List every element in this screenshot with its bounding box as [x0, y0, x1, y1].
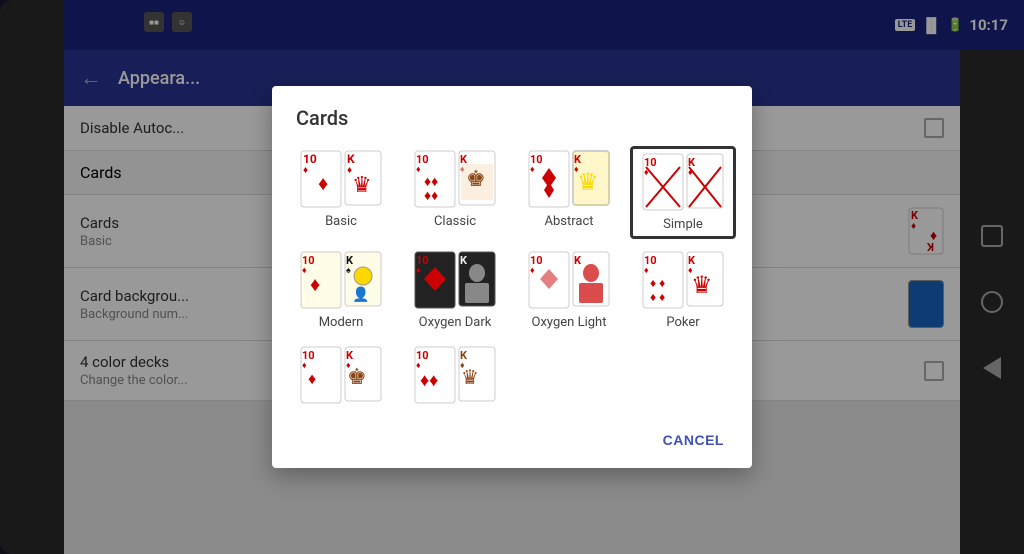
r3c2-card2: K ♦ ♛	[458, 346, 496, 402]
svg-text:♛: ♛	[577, 168, 599, 196]
poker-label: Poker	[666, 315, 699, 330]
card-option-poker[interactable]: 10 ♦ ♦ ♦ ♦ ♦ K ♦ ♛ Poker	[630, 247, 736, 334]
svg-text:K: K	[347, 152, 355, 166]
oxdark-ten: 10 ♦	[414, 251, 456, 309]
simple-ten: 10 ♦	[642, 153, 684, 211]
svg-text:♚: ♚	[466, 167, 486, 192]
card-option-basic[interactable]: 10 ♦ ♦ K ♦ ♛ Basic	[288, 146, 394, 239]
svg-text:♛: ♛	[691, 271, 713, 299]
classic-king: K ♦ ♚	[458, 150, 496, 206]
modern-ten: 10 ♦ ♦	[300, 251, 342, 309]
abstract-card-images: 10 ♦ K ♦ ♛	[528, 150, 610, 208]
card-option-abstract[interactable]: 10 ♦ K ♦ ♛ Abstract	[516, 146, 622, 239]
cards-dialog: Cards 10 ♦ ♦ K ♦	[272, 86, 752, 468]
svg-text:♦: ♦	[318, 171, 328, 195]
oxygen-dark-card-images: 10 ♦ K	[414, 251, 496, 309]
dialog-actions: CANCEL	[272, 416, 752, 460]
poker-king: K ♦ ♛	[686, 251, 724, 307]
oxygen-dark-label: Oxygen Dark	[419, 315, 492, 330]
basic-card-images: 10 ♦ ♦ K ♦ ♛	[300, 150, 382, 208]
svg-text:♦♦: ♦♦	[420, 370, 438, 391]
svg-text:♦ ♦: ♦ ♦	[650, 276, 665, 290]
basic-king-diamonds: K ♦ ♛	[344, 150, 382, 206]
abstract-ten: 10 ♦	[528, 150, 570, 208]
r3c2-card1: 10 ♦ ♦♦	[414, 346, 456, 404]
svg-text:♦: ♦	[416, 165, 421, 175]
card-option-modern[interactable]: 10 ♦ ♦ K ♠ 👤 Modern	[288, 247, 394, 334]
svg-text:♚: ♚	[347, 365, 367, 390]
r3c1-card1: 10 ♦ ♦	[300, 346, 342, 404]
dialog-title: Cards	[272, 106, 752, 146]
card-option-oxygen-light[interactable]: 10 ♦ K Oxygen Light	[516, 247, 622, 334]
svg-text:♦: ♦	[302, 361, 307, 371]
r3c2-card-images: 10 ♦ ♦♦ K ♦ ♛	[414, 346, 496, 404]
oxlight-ten: 10 ♦	[528, 251, 570, 309]
card-options-grid: 10 ♦ ♦ K ♦ ♛ Basic	[288, 146, 736, 416]
modern-label: Modern	[319, 315, 364, 330]
svg-text:♦♦: ♦♦	[424, 188, 438, 204]
svg-text:♦: ♦	[308, 369, 316, 388]
card-option-row3col2[interactable]: 10 ♦ ♦♦ K ♦ ♛	[402, 342, 508, 408]
cancel-button[interactable]: CANCEL	[651, 424, 736, 456]
svg-text:♛: ♛	[352, 173, 372, 198]
svg-text:♦: ♦	[303, 165, 308, 176]
dialog-content: 10 ♦ ♦ K ♦ ♛ Basic	[272, 146, 752, 416]
svg-text:♦: ♦	[530, 165, 535, 175]
card-option-oxygen-dark[interactable]: 10 ♦ K Oxygen Dark	[402, 247, 508, 334]
card-option-classic[interactable]: 10 ♦ ♦♦ ♦♦ K ♦ ♚	[402, 146, 508, 239]
r3c1-card2: K ♦ ♚	[344, 346, 382, 402]
svg-text:K: K	[460, 254, 468, 267]
poker-ten: 10 ♦ ♦ ♦ ♦ ♦	[642, 251, 684, 309]
svg-text:K: K	[574, 254, 582, 267]
oxygen-light-label: Oxygen Light	[532, 315, 607, 330]
r3c1-card-images: 10 ♦ ♦ K ♦ ♚	[300, 346, 382, 404]
simple-card-images: 10 ♦ K ♦	[642, 153, 724, 211]
svg-text:♦ ♦: ♦ ♦	[650, 290, 665, 304]
card-option-row3col1[interactable]: 10 ♦ ♦ K ♦ ♚	[288, 342, 394, 408]
svg-text:♛: ♛	[461, 365, 479, 389]
poker-card-images: 10 ♦ ♦ ♦ ♦ ♦ K ♦ ♛	[642, 251, 724, 309]
svg-text:♦: ♦	[416, 266, 421, 276]
classic-label: Classic	[434, 214, 476, 229]
simple-king: K ♦	[686, 153, 724, 209]
svg-text:♠: ♠	[346, 266, 351, 276]
oxlight-king: K	[572, 251, 610, 307]
phone-frame: ■■ ☺ LTE ▐▌ 🔋 10:17 ← Appeara... Disable…	[0, 0, 1024, 554]
svg-text:♦: ♦	[302, 266, 307, 276]
card-option-simple[interactable]: 10 ♦ K ♦	[630, 146, 736, 239]
svg-text:♦: ♦	[530, 266, 535, 276]
simple-label: Simple	[663, 217, 703, 232]
classic-card-images: 10 ♦ ♦♦ ♦♦ K ♦ ♚	[414, 150, 496, 208]
oxygen-light-card-images: 10 ♦ K	[528, 251, 610, 309]
modern-king: K ♠ 👤	[344, 251, 382, 307]
abstract-label: Abstract	[544, 214, 593, 229]
svg-text:👤: 👤	[352, 286, 369, 303]
abstract-king: K ♦ ♛	[572, 150, 610, 206]
svg-text:10: 10	[303, 152, 317, 166]
basic-label: Basic	[325, 214, 357, 229]
svg-text:♦: ♦	[310, 272, 320, 296]
oxdark-king: K	[458, 251, 496, 307]
modern-card-images: 10 ♦ ♦ K ♠ 👤	[300, 251, 382, 309]
basic-ten-diamonds: 10 ♦ ♦	[300, 150, 342, 208]
svg-text:♦: ♦	[644, 266, 649, 276]
classic-ten: 10 ♦ ♦♦ ♦♦	[414, 150, 456, 208]
